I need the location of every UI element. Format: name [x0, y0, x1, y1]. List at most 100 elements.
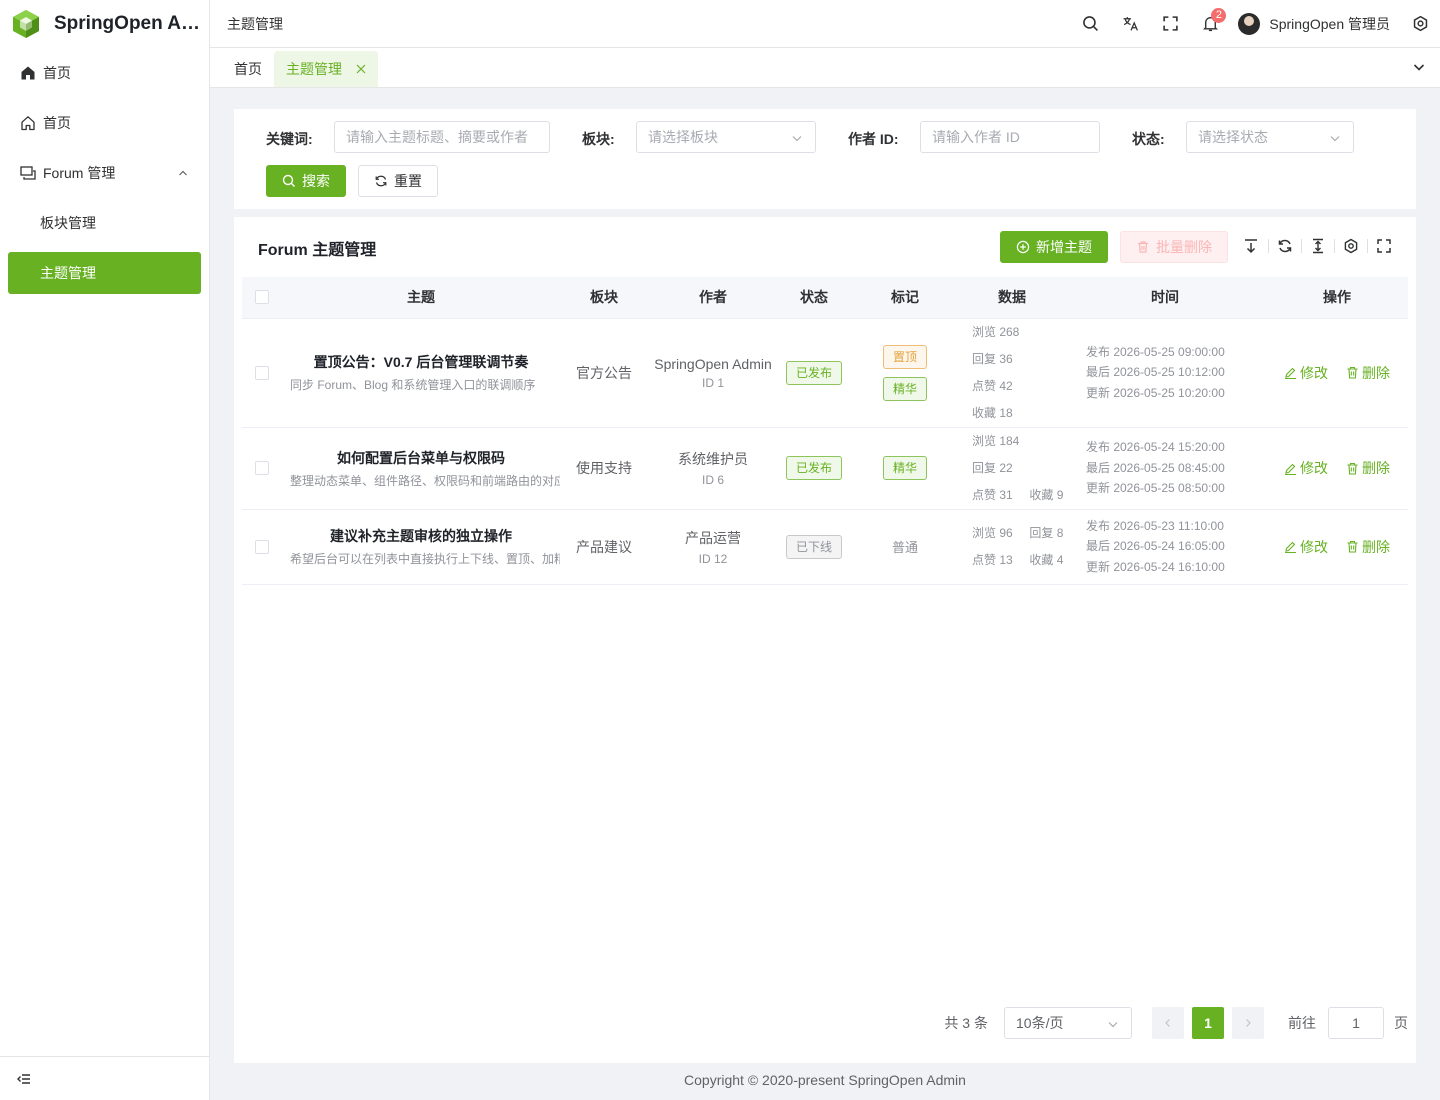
author-id-input-wrap: [920, 121, 1100, 153]
refresh-icon[interactable]: [1277, 238, 1293, 254]
refresh-icon: [375, 175, 387, 187]
row-checkbox[interactable]: [255, 365, 269, 380]
likes-count: 点赞 13: [972, 552, 1013, 567]
sidebar-item-topics[interactable]: 主题管理: [8, 252, 201, 294]
status-label: 状态:: [1132, 131, 1165, 147]
topic-title[interactable]: 建议补充主题审核的独立操作: [282, 526, 560, 546]
sidebar-item-home-2[interactable]: 首页: [0, 98, 209, 148]
sidebar-item-forum[interactable]: Forum 管理: [0, 148, 209, 198]
next-page-button[interactable]: [1232, 1007, 1264, 1039]
edit-button[interactable]: 修改: [1284, 363, 1328, 383]
home-outline-icon: [21, 116, 35, 131]
fullscreen-button[interactable]: [1150, 0, 1190, 48]
edit-label: 修改: [1300, 460, 1328, 476]
language-button[interactable]: [1110, 0, 1150, 48]
table-row: 建议补充主题审核的独立操作 希望后台可以在列表中直接执行上下线、置顶、加精 产品…: [242, 509, 1408, 585]
tab-label: 主题管理: [286, 61, 342, 77]
topic-title[interactable]: 如何配置后台菜单与权限码: [282, 448, 560, 468]
author-name: SpringOpen Admin: [654, 355, 772, 372]
notification-button[interactable]: 2: [1190, 0, 1230, 48]
topic-title[interactable]: 置顶公告：V0.7 后台管理联调节奏: [282, 352, 560, 372]
column-header[interactable]: 时间: [1064, 277, 1266, 319]
prev-page-button[interactable]: [1152, 1007, 1184, 1039]
chevron-down-icon: [1330, 136, 1340, 142]
select-all-checkbox[interactable]: [255, 290, 269, 305]
edit-button[interactable]: 修改: [1284, 537, 1328, 557]
row-density-icon[interactable]: [1310, 238, 1326, 254]
favorites-count: 收藏 4: [1029, 552, 1064, 567]
favorites-count: 收藏 18: [972, 405, 1013, 420]
batch-delete-button[interactable]: 批量删除: [1120, 231, 1228, 263]
page-suffix: 页: [1394, 1015, 1408, 1031]
search-button[interactable]: [1070, 0, 1110, 48]
toolbar-divider: [1367, 239, 1368, 253]
author-id-input[interactable]: [932, 129, 1088, 145]
goto-page-input[interactable]: [1336, 1015, 1376, 1031]
pagination: 共 3 条 10条/页 1 前往 页: [944, 1007, 1408, 1039]
status-badge: 已发布: [785, 360, 842, 385]
delete-label: 删除: [1362, 460, 1390, 476]
sidebar-collapse-button[interactable]: [0, 1056, 209, 1100]
chevron-right-icon: [1246, 1019, 1251, 1027]
fullscreen-icon[interactable]: [1376, 238, 1392, 254]
edit-label: 修改: [1300, 364, 1328, 381]
column-settings-icon[interactable]: [1343, 238, 1359, 254]
search-button[interactable]: 搜索: [266, 165, 346, 197]
settings-button[interactable]: [1400, 0, 1440, 48]
app-logo[interactable]: SpringOpen Ad...: [0, 0, 209, 48]
column-header[interactable]: 操作: [1266, 277, 1408, 319]
card-title: Forum 主题管理: [258, 242, 377, 259]
close-icon[interactable]: [356, 64, 366, 74]
topic-table-card: Forum 主题管理 新增主题 批量删除 主题 板块 作者 状态 标记 数据 时…: [234, 217, 1416, 1063]
tab-home[interactable]: 首页: [222, 51, 274, 87]
edit-button[interactable]: 修改: [1284, 458, 1328, 478]
replies-count: 回复 36: [972, 351, 1013, 366]
delete-button[interactable]: 删除: [1346, 458, 1390, 478]
column-header[interactable]: 数据: [960, 277, 1064, 319]
status-select[interactable]: 请选择状态: [1186, 121, 1354, 153]
replies-count: 回复 8: [1029, 525, 1064, 540]
tab-topic-management[interactable]: 主题管理: [274, 51, 378, 87]
home-filled-icon: [21, 66, 35, 80]
sidebar-item-boards[interactable]: 板块管理: [0, 198, 209, 248]
column-header[interactable]: 主题: [282, 277, 560, 319]
keyword-input[interactable]: [346, 129, 538, 145]
row-checkbox[interactable]: [255, 539, 269, 554]
topic-board: 官方公告: [560, 318, 648, 428]
export-icon[interactable]: [1243, 238, 1259, 254]
author-id-label: 作者 ID:: [848, 131, 899, 147]
breadcrumb[interactable]: 主题管理: [210, 14, 283, 34]
user-menu[interactable]: SpringOpen 管理员: [1238, 12, 1390, 35]
trash-icon: [1347, 540, 1358, 553]
board-select[interactable]: 请选择板块: [636, 121, 816, 153]
page-size-select[interactable]: 10条/页: [1004, 1007, 1132, 1039]
status-badge: 已发布: [785, 456, 842, 480]
publish-time: 发布 2026-05-24 15:20:00: [1086, 440, 1225, 455]
board-label: 板块:: [582, 131, 615, 147]
column-header[interactable]: 状态: [778, 277, 850, 319]
translate-icon: [1123, 17, 1138, 31]
page-size-value: 10条/页: [1016, 1015, 1064, 1031]
sidebar-item-home[interactable]: 首页: [0, 48, 209, 98]
add-topic-button[interactable]: 新增主题: [1000, 231, 1108, 263]
author-id: ID 6: [701, 473, 724, 487]
topic-times: 发布 2026-05-24 15:20:00 最后 2026-05-25 08:…: [1064, 437, 1266, 499]
tabs-bar: 首页 主题管理: [210, 48, 1440, 88]
topic-summary: 整理动态菜单、组件路径、权限码和前端路由的对应关系: [290, 473, 560, 488]
publish-time: 发布 2026-05-25 09:00:00: [1086, 344, 1225, 359]
delete-button[interactable]: 删除: [1346, 537, 1390, 557]
column-header[interactable]: 板块: [560, 277, 648, 319]
delete-button[interactable]: 删除: [1346, 363, 1390, 383]
column-header[interactable]: 标记: [850, 277, 960, 319]
column-header[interactable]: 作者: [648, 277, 778, 319]
row-checkbox[interactable]: [255, 461, 269, 475]
goto-input-wrap: [1328, 1007, 1384, 1039]
reset-button[interactable]: 重置: [358, 165, 438, 197]
featured-tag: 精华: [882, 456, 927, 480]
app-title: SpringOpen Ad...: [54, 13, 204, 34]
topic-stats: 浏览 96 回复 8 点赞 13 收藏 4: [960, 520, 1064, 574]
page-number-current[interactable]: 1: [1192, 1007, 1224, 1039]
tab-label: 首页: [234, 61, 262, 77]
favorites-count: 收藏 9: [1029, 487, 1064, 502]
chevron-down-icon[interactable]: [1412, 60, 1426, 74]
